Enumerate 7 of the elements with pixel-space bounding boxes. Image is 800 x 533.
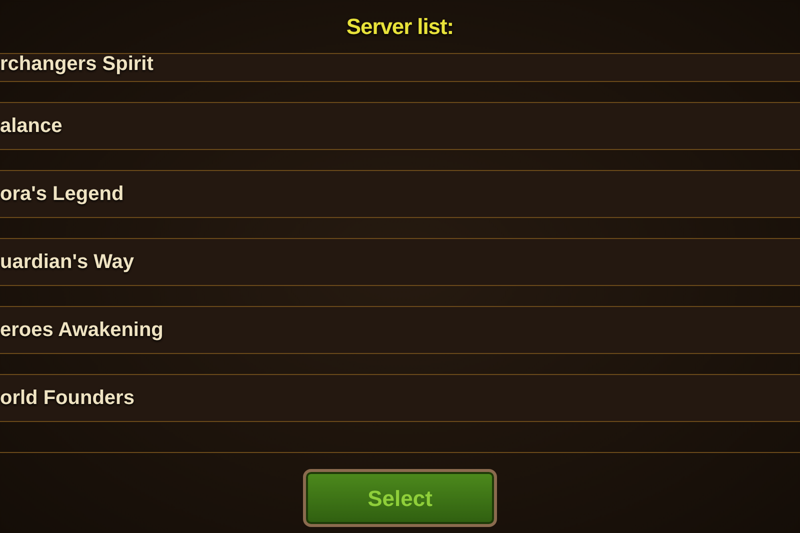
list-title: Server list: xyxy=(346,13,454,41)
server-row[interactable]: eroes Awakening xyxy=(0,307,800,353)
server-row[interactable]: orld Founders xyxy=(0,375,800,421)
server-row[interactable]: uardian's Way xyxy=(0,239,800,285)
server-row[interactable]: ora's Legend xyxy=(0,171,800,217)
server-row[interactable]: rchangers Spirit xyxy=(0,54,800,81)
server-row[interactable]: alance xyxy=(0,103,800,149)
